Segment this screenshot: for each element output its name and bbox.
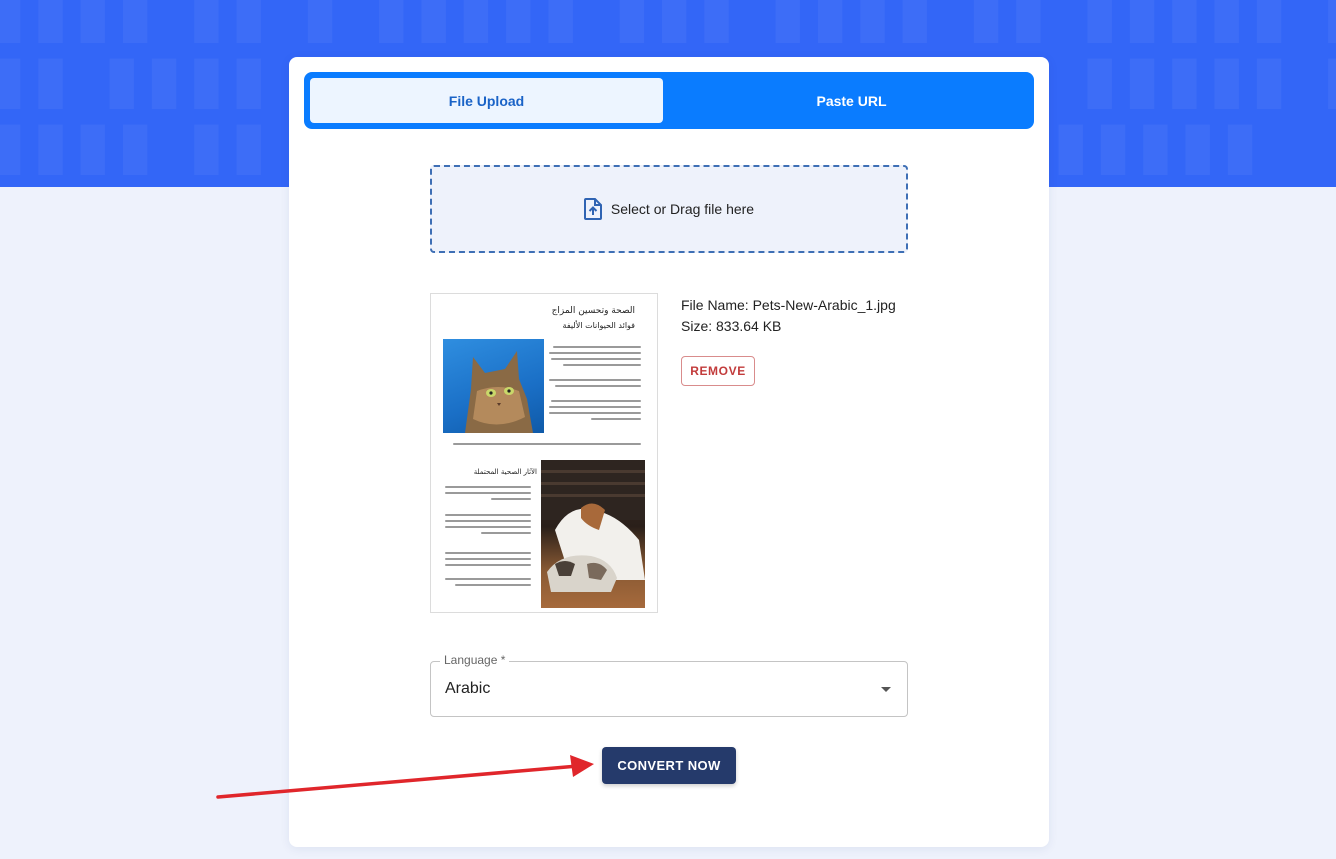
upload-mode-tabs: File Upload Paste URL xyxy=(304,72,1034,129)
preview-cat-photo xyxy=(443,339,544,433)
file-preview-thumbnail: الصحة وتحسين المزاج فوائد الحيوانات الأل… xyxy=(430,293,658,613)
language-select[interactable]: Language * Arabic xyxy=(430,653,908,717)
preview-dog-cat-photo xyxy=(541,460,645,608)
file-info: File Name: Pets-New-Arabic_1.jpg Size: 8… xyxy=(681,295,896,337)
language-value: Arabic xyxy=(445,680,491,697)
caret-down-icon xyxy=(881,687,891,692)
preview-heading-1: الصحة وتحسين المزاج xyxy=(551,306,635,316)
language-label: Language * xyxy=(440,653,510,667)
file-dropzone[interactable]: Select or Drag file here xyxy=(430,165,908,253)
annotation-arrow-icon xyxy=(216,755,594,799)
tab-file-upload[interactable]: File Upload xyxy=(310,78,663,123)
tab-paste-url[interactable]: Paste URL xyxy=(675,78,1028,123)
converter-card: File Upload Paste URL Select or Drag fil… xyxy=(289,57,1049,847)
convert-now-button[interactable]: CONVERT NOW xyxy=(602,747,736,784)
dropzone-text: Select or Drag file here xyxy=(610,201,755,217)
remove-button[interactable]: REMOVE xyxy=(681,356,755,386)
file-size: Size: 833.64 KB xyxy=(681,318,782,334)
file-name: File Name: Pets-New-Arabic_1.jpg xyxy=(681,297,896,313)
preview-heading-3: الآثار الصحية المحتملة xyxy=(473,468,537,476)
preview-heading-2: فوائد الحيوانات الأليفة xyxy=(562,321,635,330)
file-upload-icon xyxy=(583,198,602,220)
